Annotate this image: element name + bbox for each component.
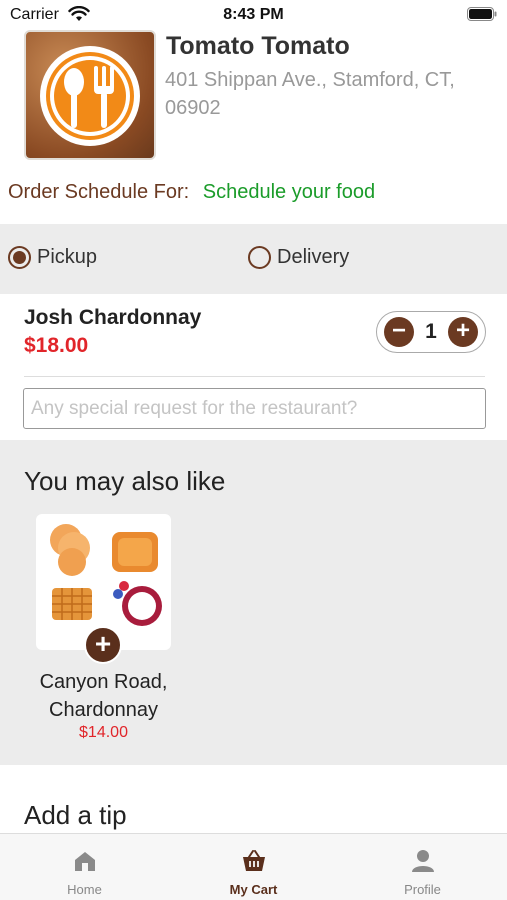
schedule-label: Order Schedule For:: [8, 181, 190, 203]
special-request-input[interactable]: [23, 388, 486, 429]
restaurant-logo: [24, 30, 156, 160]
pickup-label: Pickup: [37, 246, 98, 268]
divider: [24, 376, 485, 377]
tab-label: My Cart: [229, 882, 278, 897]
restaurant-header: Tomato Tomato 401 Shippan Ave., Stamford…: [0, 30, 507, 170]
quantity-stepper: − 1 +: [376, 311, 486, 353]
cart-item: Josh Chardonnay $18.00 − 1 +: [0, 294, 507, 440]
tab-label: Profile: [404, 882, 441, 897]
status-time: 8:43 PM: [223, 6, 284, 23]
radio-unselected-icon: [248, 246, 271, 269]
battery-icon: [467, 7, 497, 21]
pickup-option[interactable]: Pickup: [8, 246, 97, 269]
schedule-food-link[interactable]: Schedule your food: [203, 181, 375, 203]
suggestion-price: $14.00: [79, 724, 128, 741]
order-type-selector: Pickup Delivery: [0, 224, 507, 294]
delivery-label: Delivery: [277, 246, 350, 268]
tab-bar: Home My Cart Profile: [0, 833, 507, 900]
restaurant-address: 401 Shippan Ave., Stamford, CT, 06902: [165, 69, 455, 119]
restaurant-name: Tomato Tomato: [166, 32, 350, 60]
tab-my-cart[interactable]: My Cart: [169, 834, 338, 900]
person-icon: [412, 850, 434, 872]
home-icon: [75, 852, 95, 871]
radio-selected-icon: [8, 246, 31, 269]
suggestions-section: You may also like + Canyon Road, Chardon…: [0, 440, 507, 765]
tab-label: Home: [67, 882, 102, 897]
order-schedule-row: Order Schedule For: Schedule your food: [8, 181, 375, 204]
cart-item-name: Josh Chardonnay: [24, 306, 202, 329]
delivery-option[interactable]: Delivery: [248, 246, 349, 269]
basket-icon: [243, 850, 265, 871]
increase-quantity-button[interactable]: +: [448, 317, 478, 347]
tip-title: Add a tip: [24, 800, 127, 830]
suggestions-title: You may also like: [24, 466, 226, 496]
status-bar: Carrier 8:43 PM: [0, 0, 507, 30]
tab-home[interactable]: Home: [0, 834, 169, 900]
breakfast-food-image: [50, 524, 162, 626]
tab-profile[interactable]: Profile: [338, 834, 507, 900]
suggestion-card[interactable]: +: [36, 514, 171, 664]
add-suggestion-button[interactable]: +: [84, 626, 122, 664]
suggestion-name: Canyon Road, Chardonnay: [39, 671, 168, 721]
cart-item-price: $18.00: [24, 334, 89, 357]
